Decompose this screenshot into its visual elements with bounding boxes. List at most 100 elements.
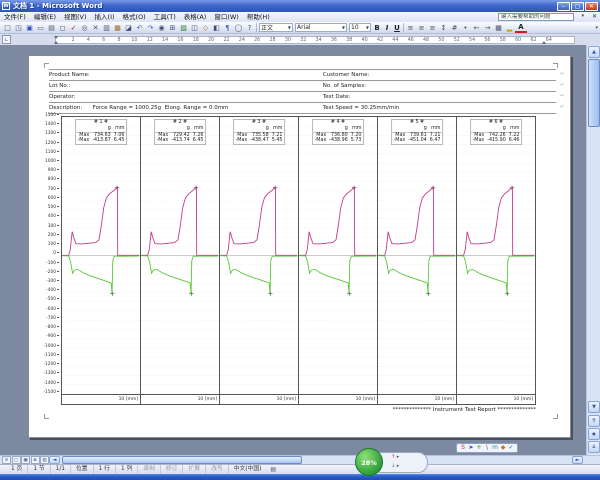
paste-icon[interactable]: ▦: [112, 23, 123, 33]
toolbar-options-icon[interactable]: ▾: [595, 25, 598, 31]
ruler-strip[interactable]: 2468101214161820222426283032343638404244…: [55, 36, 575, 44]
close-button[interactable]: ✕: [585, 2, 598, 11]
font-combo[interactable]: Arial▼: [295, 23, 347, 32]
line-spacing-icon[interactable]: ↕: [438, 23, 449, 33]
first-line-indent-marker[interactable]: [54, 36, 58, 39]
ruler-number: 22: [223, 38, 231, 43]
shape-tool-icon[interactable]: ◆: [499, 444, 507, 452]
copy-icon[interactable]: ▥: [101, 23, 112, 33]
print-icon[interactable]: ▤: [46, 23, 57, 33]
crop-mark: [44, 63, 49, 68]
underline-button[interactable]: U: [392, 23, 402, 33]
next-page-button[interactable]: ⇊: [588, 441, 600, 453]
decrease-indent-icon[interactable]: ←: [471, 23, 482, 33]
view-print-button[interactable]: ▣: [21, 456, 30, 464]
menu-item[interactable]: 编辑(E): [30, 12, 60, 22]
menu-item[interactable]: 帮助(H): [243, 12, 274, 22]
redo-icon[interactable]: ↷: [145, 23, 156, 33]
font-color-button[interactable]: A: [515, 23, 527, 33]
stats-min-value: -415.90: [486, 138, 508, 144]
view-normal-button[interactable]: ≡: [2, 456, 11, 464]
font-size-combo[interactable]: 10▼: [349, 23, 371, 32]
horizontal-scrollbar[interactable]: ≡▢▣≣▥ ◄ ►: [0, 455, 600, 464]
minimize-button[interactable]: –: [557, 2, 570, 11]
scroll-up-icon[interactable]: ▲: [588, 46, 600, 58]
ruler-number: 60: [514, 38, 522, 43]
help-question-box[interactable]: 键入需要帮助的问题: [498, 13, 574, 21]
view-outline-button[interactable]: ≣: [31, 456, 40, 464]
style-combo[interactable]: 正文▼: [259, 23, 293, 32]
stats-min-value: 6.45: [191, 138, 205, 144]
border-icon[interactable]: ▦: [493, 23, 504, 33]
cut-icon[interactable]: ✕: [90, 23, 101, 33]
check-tool-icon[interactable]: ✓: [507, 444, 515, 452]
y-tick-label: 400: [48, 215, 59, 219]
y-tick-label: 500: [48, 206, 59, 210]
research-icon[interactable]: ◎: [79, 23, 90, 33]
align-right-icon[interactable]: ≡: [427, 23, 438, 33]
ruler-number: 24: [238, 38, 246, 43]
show-hide-icon[interactable]: ¶: [222, 23, 233, 33]
ruler-number: 6: [100, 38, 108, 43]
insert-table-icon[interactable]: ⊞: [167, 23, 178, 33]
view-reading-button[interactable]: ▥: [40, 456, 49, 464]
menu-item[interactable]: 插入(I): [91, 12, 119, 22]
bold-button[interactable]: B: [372, 23, 382, 33]
scroll-right-icon[interactable]: ►: [572, 456, 583, 464]
highlight-icon[interactable]: ▂: [504, 23, 515, 33]
align-center-icon[interactable]: ≡: [416, 23, 427, 33]
y-tick-label: 1000: [45, 160, 59, 164]
undo-icon[interactable]: ↶: [134, 23, 145, 33]
document-map-icon[interactable]: ◧: [211, 23, 222, 33]
help-icon[interactable]: ?: [244, 23, 255, 33]
save-icon[interactable]: ▣: [24, 23, 35, 33]
align-left-icon[interactable]: ≡: [405, 23, 416, 33]
floating-toolbar[interactable]: S➤+\m◆✓: [456, 443, 518, 453]
spelling-icon[interactable]: ✓: [68, 23, 79, 33]
document-close-icon[interactable]: ✕: [592, 13, 597, 21]
numbering-icon[interactable]: #: [449, 23, 460, 33]
view-web-button[interactable]: ▢: [12, 456, 21, 464]
bullets-icon[interactable]: •: [460, 23, 471, 33]
new-document-icon[interactable]: □: [2, 23, 13, 33]
drawing-icon[interactable]: ◇: [200, 23, 211, 33]
hanging-indent-marker[interactable]: [54, 41, 58, 44]
vertical-scroll-thumb[interactable]: [588, 59, 600, 127]
taskbar-edge: [0, 474, 600, 480]
print-preview-icon[interactable]: ◻: [57, 23, 68, 33]
capture-icon[interactable]: S: [459, 444, 467, 452]
line-tool-icon[interactable]: \: [483, 444, 491, 452]
menu-item[interactable]: 窗口(W): [210, 12, 243, 22]
previous-page-button[interactable]: ⇈: [588, 415, 600, 427]
italic-button[interactable]: I: [382, 23, 392, 33]
email-icon[interactable]: ▭: [35, 23, 46, 33]
menu-item[interactable]: 格式(O): [119, 12, 150, 22]
select-browse-object-button[interactable]: ●: [588, 428, 600, 440]
tab-selector-button[interactable]: ∟: [2, 35, 11, 44]
page[interactable]: Product Name:Customer Name:Lot No.:No. o…: [28, 55, 571, 438]
insert-excel-icon[interactable]: ▧: [178, 23, 189, 33]
restore-button[interactable]: ▢: [571, 2, 584, 11]
zoom-icon[interactable]: ◯: [233, 23, 244, 33]
overlay-percent-badge[interactable]: 28%: [355, 448, 383, 476]
help-dropdown-icon[interactable]: ▾: [581, 13, 584, 19]
increase-indent-icon[interactable]: →: [482, 23, 493, 33]
status-segment: 改写: [206, 465, 229, 474]
pen-tool-icon[interactable]: +: [475, 444, 483, 452]
format-painter-icon[interactable]: ◪: [123, 23, 134, 33]
pill-detail: ▸: [397, 463, 400, 469]
open-folder-icon[interactable]: ◳: [13, 23, 24, 33]
hyperlink-icon[interactable]: ◉: [156, 23, 167, 33]
vertical-scrollbar[interactable]: ▲ ▼ ⇈ ● ⇊: [586, 45, 600, 455]
menu-item[interactable]: 表格(A): [180, 12, 211, 22]
menu-item[interactable]: 视图(V): [60, 12, 91, 22]
columns-icon[interactable]: ◫: [189, 23, 200, 33]
menu-item[interactable]: 工具(T): [150, 12, 180, 22]
arrow-tool-icon[interactable]: ➤: [467, 444, 475, 452]
text-tool-icon[interactable]: m: [491, 444, 499, 452]
horizontal-scroll-thumb[interactable]: [62, 456, 302, 464]
y-tick-label: -1000: [44, 345, 60, 349]
menu-item[interactable]: 文件(F): [0, 12, 30, 22]
scroll-left-icon[interactable]: ◄: [49, 456, 60, 464]
scroll-down-icon[interactable]: ▼: [588, 401, 600, 413]
